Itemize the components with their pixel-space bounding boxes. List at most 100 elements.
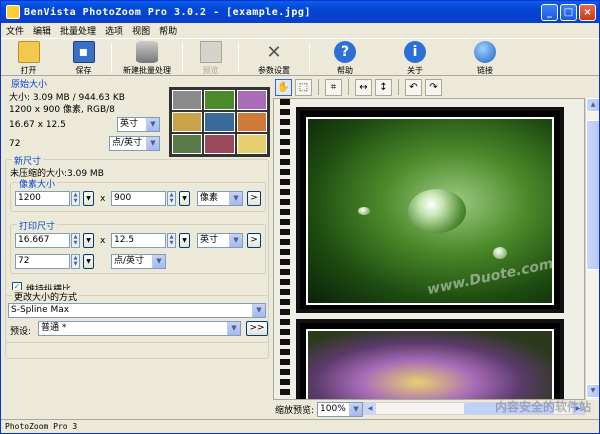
settings-panel: 原始大小 大小: 3.09 MB / 944.63 KB 1200 x 900 …	[3, 77, 271, 417]
open-button[interactable]: 打开	[1, 39, 56, 76]
zoom-value: 100%	[320, 403, 346, 414]
film-edge-left	[280, 99, 290, 399]
menu-help[interactable]: 帮助	[159, 24, 177, 37]
crop-select-tool-icon[interactable]: ⬚	[295, 78, 312, 96]
pixel-height-unit-button[interactable]: ▼	[179, 191, 190, 206]
chevron-down-icon: ▼	[229, 192, 242, 205]
original-unit-select[interactable]: 英寸 ▼	[117, 117, 160, 132]
status-text: PhotoZoom Pro 3	[5, 422, 78, 431]
maximize-button[interactable]: □	[560, 4, 577, 21]
chevron-down-icon: ▼	[227, 322, 240, 335]
preset-more-button[interactable]: >>	[246, 321, 268, 336]
folder-icon	[17, 41, 40, 63]
image-preview[interactable]: www.Duote.com	[273, 98, 585, 400]
preset-label: 预设:	[10, 327, 32, 337]
scroll-up-icon[interactable]: ▲	[586, 98, 599, 112]
scroll-left-icon[interactable]: ◀	[364, 403, 376, 414]
save-label: 保存	[75, 66, 92, 75]
info-icon: i	[404, 41, 426, 63]
chevron-down-icon: ▼	[252, 304, 265, 317]
print-height-input[interactable]: 12.5	[111, 233, 166, 248]
view-toolbar-separator	[398, 79, 399, 95]
zoom-select[interactable]: 100% ▼	[317, 401, 364, 417]
fit-height-icon[interactable]: ↕	[375, 78, 392, 96]
floppy-icon: ▪	[72, 41, 95, 63]
about-label: 关于	[407, 66, 423, 75]
waterdrop-small	[493, 247, 507, 259]
minimize-button[interactable]: _	[541, 4, 558, 21]
hand-tool-icon[interactable]: ✋	[275, 78, 292, 96]
print-width-spinner[interactable]: ▲ ▼	[71, 233, 80, 248]
fit-width-icon[interactable]: ↔	[355, 78, 372, 96]
menu-edit[interactable]: 编辑	[33, 24, 51, 37]
about-button[interactable]: i 关于	[380, 39, 450, 76]
zoom-label: 缩放预览:	[275, 405, 315, 416]
preset-value: 普通 *	[41, 323, 67, 333]
menu-file[interactable]: 文件	[6, 24, 24, 37]
preview-vertical-scrollbar[interactable]: ▲ ▼	[585, 98, 599, 400]
pixel-height-input[interactable]: 900	[111, 191, 166, 206]
title-bar: BenVista PhotoZoom Pro 3.0.2 - [example.…	[1, 1, 599, 23]
resize-method-group: 更改大小的方式 S-Spline Max ▼ 预设: 普通 * ▼ >>	[5, 290, 269, 343]
print-resolution-unit-button[interactable]: ▼	[83, 254, 94, 269]
rotate-left-icon[interactable]: ↶	[405, 78, 422, 96]
print-resolution-unit-select[interactable]: 点/英寸 ▼	[111, 254, 166, 269]
resize-method-title: 更改大小的方式	[12, 290, 80, 303]
batch-button[interactable]: 新建批量处理	[112, 39, 182, 76]
site-watermark: 内容安全的软件站	[494, 400, 591, 414]
original-dimensions: 1200 x 900 像素, RGB/8	[9, 105, 115, 115]
print-height-spinner[interactable]: ▲ ▼	[167, 233, 176, 248]
menu-options[interactable]: 选项	[105, 24, 123, 37]
scroll-thumb[interactable]	[586, 120, 599, 270]
crop-icon[interactable]: ⌗	[325, 78, 342, 96]
pixel-width-unit-button[interactable]: ▼	[83, 191, 94, 206]
preview-button[interactable]: 预览	[183, 39, 238, 76]
print-unit-select[interactable]: 英寸 ▼	[197, 233, 243, 248]
print-height-unit-button[interactable]: ▼	[179, 233, 190, 248]
pixel-width-input[interactable]: 1200	[15, 191, 70, 206]
menu-view[interactable]: 视图	[132, 24, 150, 37]
original-resolution: 72	[9, 139, 21, 149]
help-icon: ?	[334, 41, 356, 63]
waterdrop	[408, 189, 466, 233]
pixel-size-group: 像素大小 1200 ▲ ▼ ▼ x 900 ▲ ▼ ▼ 像素 ▼ >	[10, 177, 266, 212]
pixel-unit-value: 像素	[200, 193, 219, 203]
batch-label: 新建批量处理	[123, 66, 171, 75]
pixel-height-spinner[interactable]: ▲ ▼	[167, 191, 176, 206]
preview-watermark: www.Duote.com	[425, 255, 555, 299]
scroll-down-icon[interactable]: ▼	[586, 384, 599, 398]
settings-button[interactable]: ✕ 参数设置	[239, 39, 309, 76]
print-width-input[interactable]: 16.667	[15, 233, 70, 248]
link-label: 链接	[477, 66, 493, 75]
status-bar: PhotoZoom Pro 3	[1, 419, 599, 433]
print-width-unit-button[interactable]: ▼	[83, 233, 94, 248]
print-resolution-spinner[interactable]: ▲ ▼	[71, 254, 80, 269]
help-button[interactable]: ? 帮助	[310, 39, 380, 76]
chevron-down-icon: ▼	[349, 402, 363, 416]
menu-batch[interactable]: 批量处理	[60, 24, 96, 37]
window-title: BenVista PhotoZoom Pro 3.0.2 - [example.…	[24, 6, 311, 18]
pixel-unit-select[interactable]: 像素 ▼	[197, 191, 243, 206]
chevron-down-icon: ▼	[146, 118, 159, 131]
pixel-width-spinner[interactable]: ▲ ▼	[71, 191, 80, 206]
original-size-group: 原始大小 大小: 3.09 MB / 944.63 KB 1200 x 900 …	[5, 77, 270, 157]
view-toolbar-separator	[318, 79, 319, 95]
original-resolution-unit-value: 点/英寸	[112, 138, 143, 148]
link-button[interactable]: 链接	[450, 39, 520, 76]
preview-icon	[199, 41, 222, 63]
print-resolution-unit-value: 点/英寸	[114, 256, 145, 266]
print-go-button[interactable]: >	[247, 233, 261, 248]
preset-select[interactable]: 普通 * ▼	[38, 321, 241, 336]
print-resolution-input[interactable]: 72	[15, 254, 70, 269]
resize-method-select[interactable]: S-Spline Max ▼	[8, 303, 266, 318]
database-icon	[136, 41, 158, 63]
close-button[interactable]: ×	[579, 4, 596, 21]
rotate-right-icon[interactable]: ↷	[425, 78, 442, 96]
preview-frame-top: www.Duote.com	[296, 107, 564, 313]
save-button[interactable]: ▪ 保存	[56, 39, 111, 76]
pixel-size-title: 像素大小	[17, 177, 58, 190]
original-resolution-unit-select[interactable]: 点/英寸 ▼	[109, 136, 160, 151]
original-thumbnail	[169, 87, 270, 157]
globe-icon	[474, 41, 496, 63]
pixel-go-button[interactable]: >	[247, 191, 261, 206]
